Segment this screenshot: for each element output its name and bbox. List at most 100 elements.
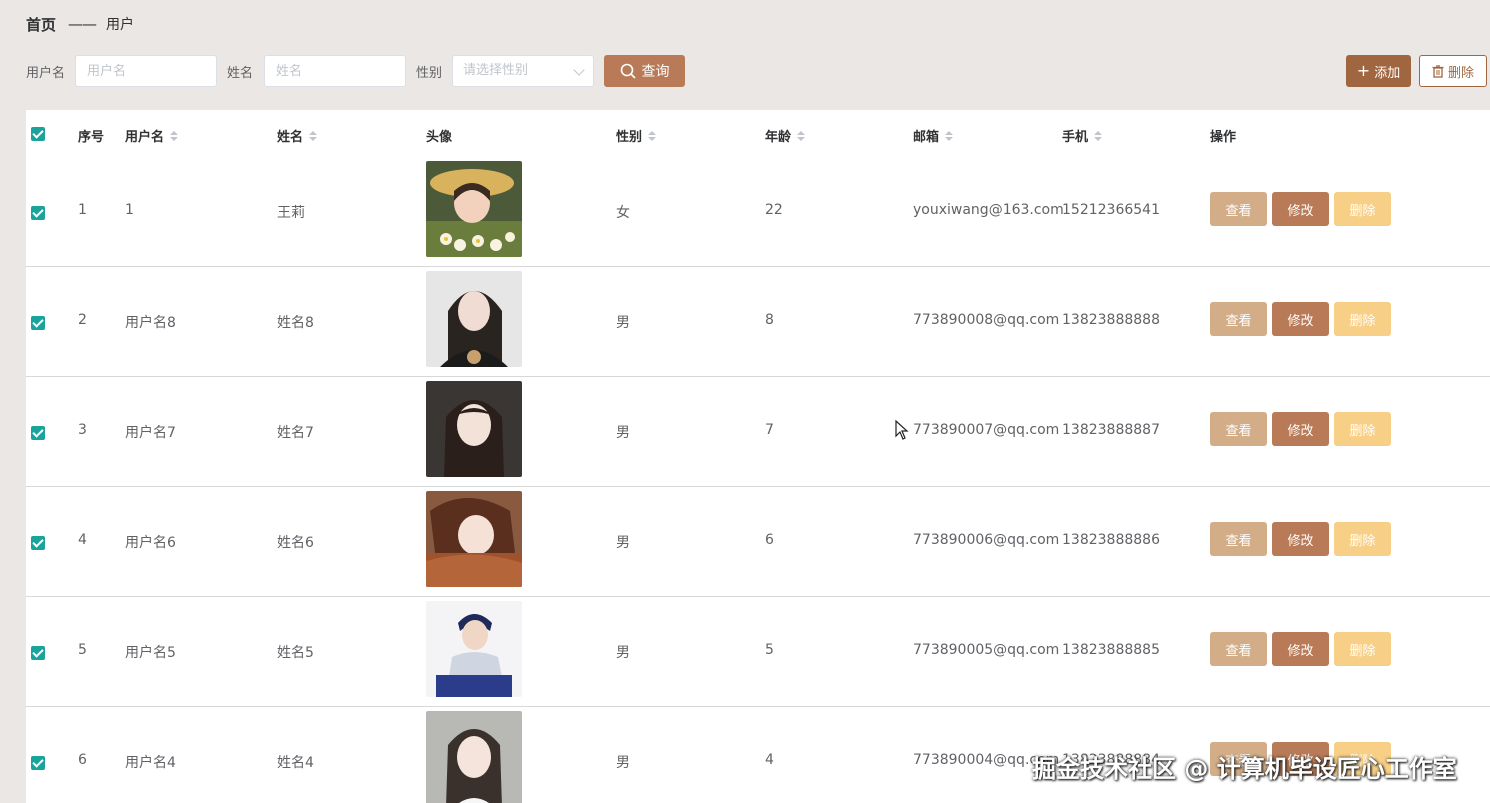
cell-name: 姓名8	[277, 315, 314, 331]
gender-filter-label: 性别	[416, 66, 443, 81]
delete-button[interactable]: 删除	[1334, 522, 1391, 556]
table-row: 1 1 王莉 女 22 youxiwang@163.com 1521236654…	[26, 157, 1490, 267]
cell-phone: 13823888886	[1062, 532, 1160, 548]
search-icon	[620, 63, 636, 79]
sort-icon[interactable]	[1094, 130, 1103, 141]
col-name[interactable]: 姓名	[277, 126, 318, 145]
cell-gender: 男	[616, 755, 630, 771]
cell-gender: 男	[616, 535, 630, 551]
cell-username: 用户名7	[125, 425, 176, 441]
edit-button[interactable]: 修改	[1272, 632, 1329, 666]
view-button[interactable]: 查看	[1210, 302, 1267, 336]
cell-index: 2	[78, 312, 87, 328]
row-checkbox[interactable]	[31, 646, 45, 660]
cell-email: youxiwang@163.com	[913, 202, 1064, 218]
edit-button[interactable]: 修改	[1272, 412, 1329, 446]
table-row: 5 用户名5 姓名5 男 5 773890005@qq.com 13823888…	[26, 597, 1490, 707]
delete-button[interactable]: 删除	[1334, 632, 1391, 666]
sort-icon[interactable]	[945, 130, 954, 141]
avatar-image[interactable]	[426, 601, 522, 697]
add-button[interactable]: + 添加	[1346, 55, 1411, 87]
trash-icon	[1432, 64, 1444, 78]
col-actions: 操作	[1210, 130, 1237, 145]
username-filter-label: 用户名	[26, 66, 66, 81]
cell-age: 8	[765, 312, 774, 328]
view-button[interactable]: 查看	[1210, 412, 1267, 446]
cell-username: 用户名6	[125, 535, 176, 551]
cell-index: 1	[78, 202, 87, 218]
breadcrumb-home[interactable]: 首页	[26, 14, 56, 35]
view-button[interactable]: 查看	[1210, 522, 1267, 556]
user-table: 序号 用户名 姓名 头像 性别 年龄 邮箱 手机 操作 1 1 王莉 女 22 …	[26, 110, 1490, 803]
cell-name: 姓名7	[277, 425, 314, 441]
gender-select[interactable]: 请选择性别	[452, 55, 594, 87]
cell-index: 5	[78, 642, 87, 658]
view-button[interactable]: 查看	[1210, 192, 1267, 226]
cell-gender: 女	[616, 205, 630, 221]
cell-username: 用户名8	[125, 315, 176, 331]
avatar-image[interactable]	[426, 381, 522, 477]
cell-email: 773890006@qq.com	[913, 532, 1060, 548]
edit-button[interactable]: 修改	[1272, 192, 1329, 226]
mouse-cursor-icon	[895, 420, 909, 440]
batch-delete-label: 删除	[1447, 65, 1474, 81]
avatar-image[interactable]	[426, 491, 522, 587]
edit-button[interactable]: 修改	[1272, 522, 1329, 556]
col-phone[interactable]: 手机	[1062, 126, 1103, 145]
cell-age: 5	[765, 642, 774, 658]
name-filter-input[interactable]	[264, 55, 406, 87]
cell-gender: 男	[616, 645, 630, 661]
avatar-image[interactable]	[426, 711, 522, 803]
delete-button[interactable]: 删除	[1334, 412, 1391, 446]
cell-name: 王莉	[277, 205, 305, 221]
select-all-checkbox[interactable]	[31, 127, 45, 141]
col-gender[interactable]: 性别	[616, 126, 657, 145]
sort-icon[interactable]	[170, 130, 179, 141]
row-checkbox[interactable]	[31, 206, 45, 220]
cell-gender: 男	[616, 425, 630, 441]
sort-icon[interactable]	[797, 130, 806, 141]
row-checkbox[interactable]	[31, 756, 45, 770]
table-row: 4 用户名6 姓名6 男 6 773890006@qq.com 13823888…	[26, 487, 1490, 597]
row-checkbox[interactable]	[31, 426, 45, 440]
delete-button[interactable]: 删除	[1334, 302, 1391, 336]
cell-age: 6	[765, 532, 774, 548]
table-row: 2 用户名8 姓名8 男 8 773890008@qq.com 13823888…	[26, 267, 1490, 377]
cell-phone: 13823888888	[1062, 312, 1160, 328]
cell-index: 3	[78, 422, 87, 438]
col-email[interactable]: 邮箱	[913, 126, 954, 145]
cell-age: 7	[765, 422, 774, 438]
batch-delete-button[interactable]: 删除	[1419, 55, 1487, 87]
col-age[interactable]: 年龄	[765, 126, 806, 145]
delete-button[interactable]: 删除	[1334, 192, 1391, 226]
watermark: 掘金技术社区 @ 计算机毕设匠心工作室	[1032, 755, 1457, 783]
cell-age: 4	[765, 752, 774, 768]
chevron-down-icon	[573, 64, 585, 76]
avatar-image[interactable]	[426, 161, 522, 257]
cell-phone: 13823888887	[1062, 422, 1160, 438]
row-checkbox[interactable]	[31, 536, 45, 550]
cell-username: 用户名4	[125, 755, 176, 771]
row-checkbox[interactable]	[31, 316, 45, 330]
search-button[interactable]: 查询	[604, 55, 685, 87]
gender-select-placeholder: 请选择性别	[463, 63, 529, 78]
sort-icon[interactable]	[648, 130, 657, 141]
sort-icon[interactable]	[309, 130, 318, 141]
cell-gender: 男	[616, 315, 630, 331]
username-filter-input[interactable]	[75, 55, 217, 87]
breadcrumb: 首页 —— 用户	[26, 14, 134, 34]
avatar-image[interactable]	[426, 271, 522, 367]
search-button-label: 查询	[641, 64, 670, 80]
col-username[interactable]: 用户名	[125, 126, 179, 145]
col-avatar: 头像	[426, 130, 453, 145]
view-button[interactable]: 查看	[1210, 632, 1267, 666]
table-header: 序号 用户名 姓名 头像 性别 年龄 邮箱 手机 操作	[26, 110, 1490, 157]
plus-icon: +	[1356, 61, 1371, 80]
cell-index: 6	[78, 752, 87, 768]
cell-phone: 15212366541	[1062, 202, 1160, 218]
cell-name: 姓名4	[277, 755, 314, 771]
table-row: 3 用户名7 姓名7 男 7 773890007@qq.com 13823888…	[26, 377, 1490, 487]
edit-button[interactable]: 修改	[1272, 302, 1329, 336]
cell-name: 姓名6	[277, 535, 314, 551]
cell-username: 1	[125, 202, 134, 218]
